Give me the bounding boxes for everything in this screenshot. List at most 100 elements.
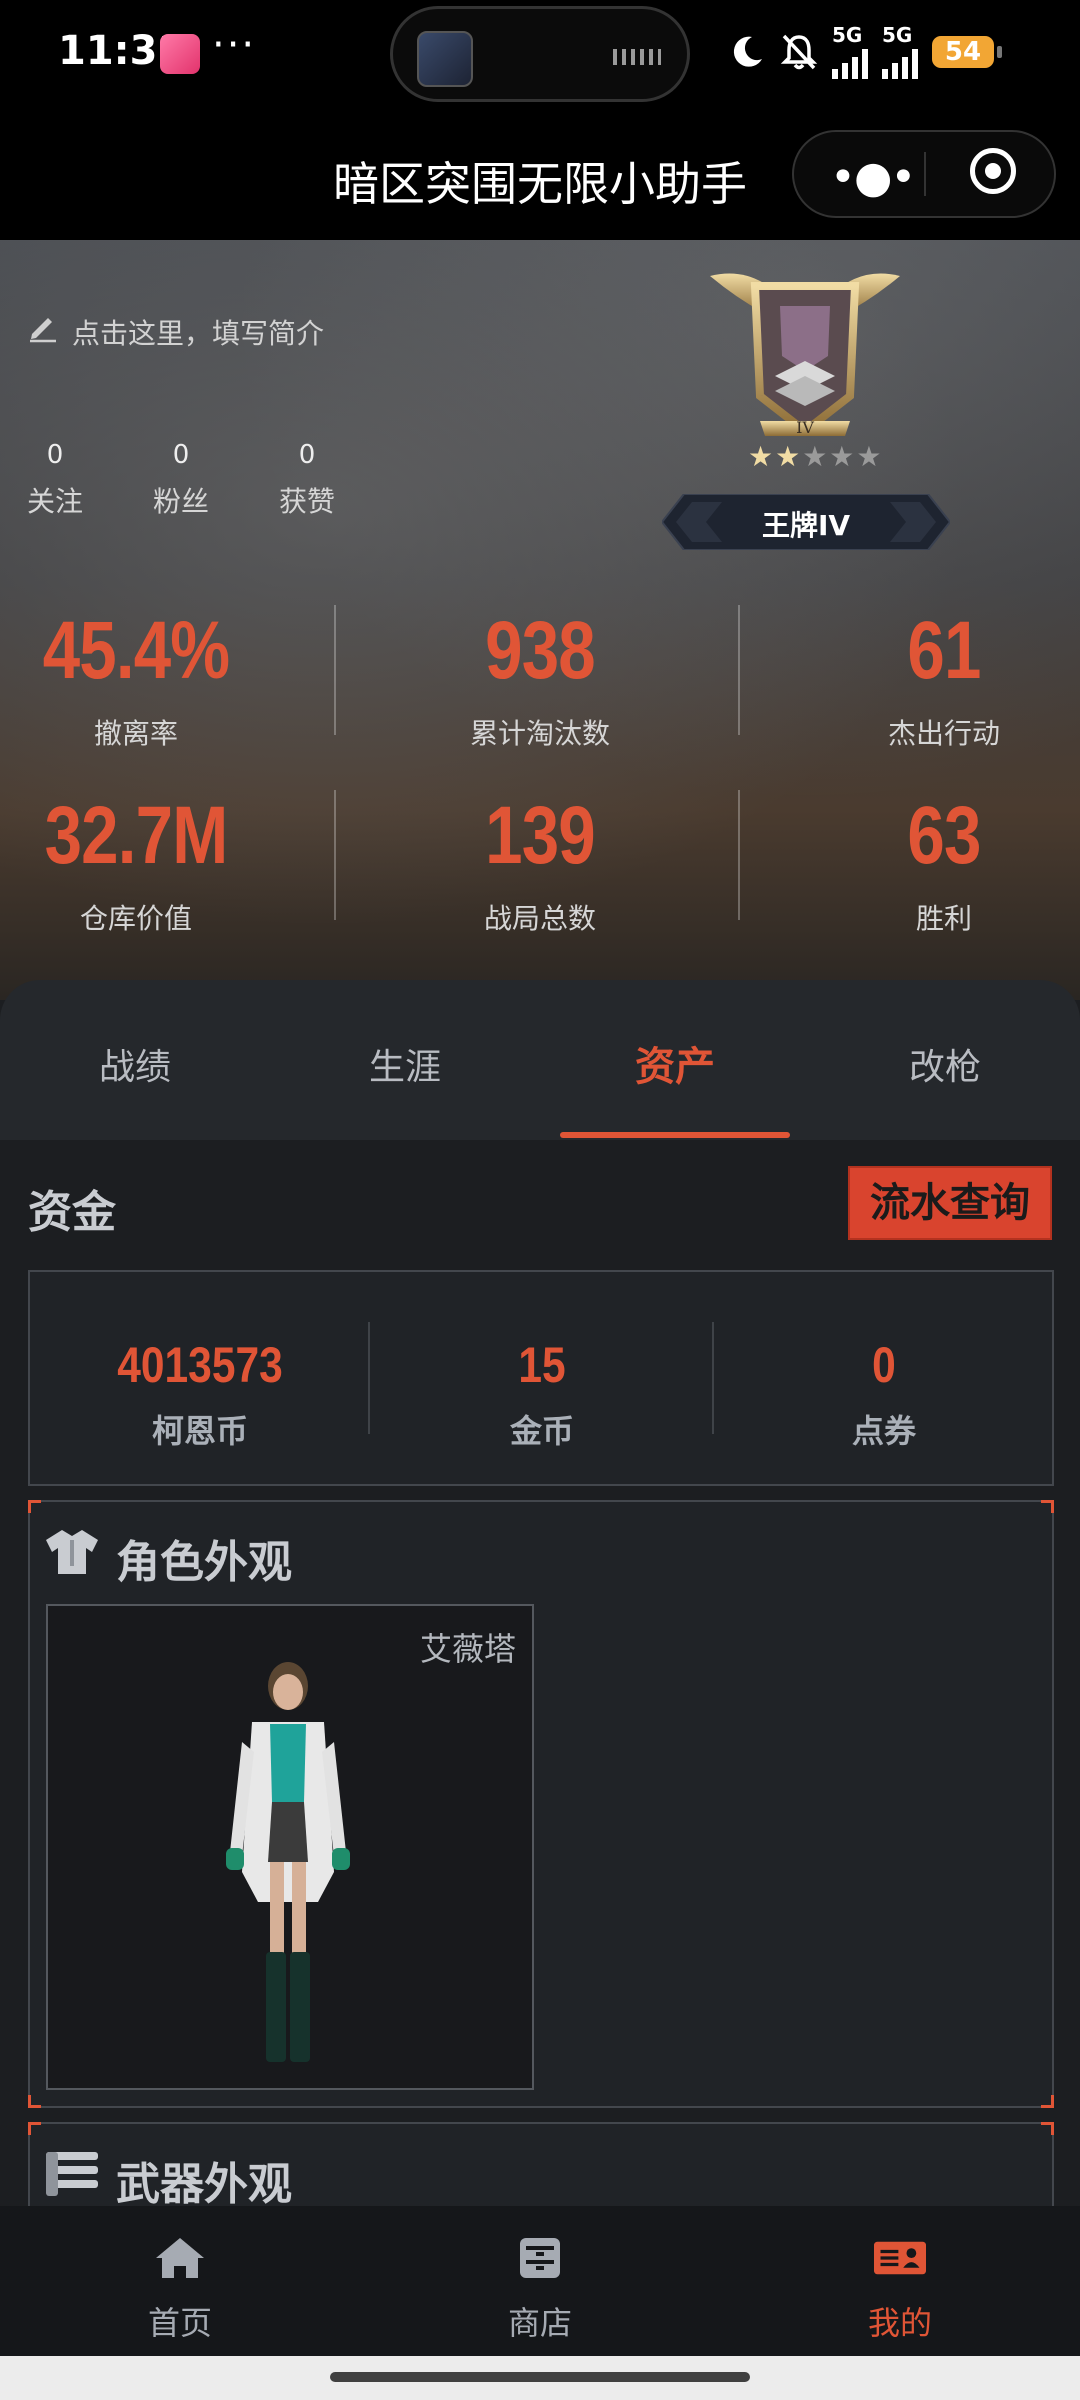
stat-total-matches: 139 战局总数 <box>390 795 690 937</box>
nav-store[interactable]: 商店 <box>440 2236 640 2344</box>
flow-query-button[interactable]: 流水查询 <box>848 1166 1052 1240</box>
signal-1-icon <box>832 45 868 79</box>
fans-stat[interactable]: 0 粉丝 <box>126 440 236 520</box>
follow-stat[interactable]: 0 关注 <box>0 440 110 520</box>
active-tab-indicator <box>560 1132 790 1138</box>
nav-label: 首页 <box>147 2304 212 2342</box>
funds-label: 点券 <box>851 1412 916 1450</box>
funds-value: 4013573 <box>117 1337 283 1393</box>
notification-app-icon <box>160 34 200 74</box>
stat-value: 32.7M <box>44 790 229 881</box>
nav-label: 商店 <box>507 2304 572 2342</box>
appearance-title: 角色外观 <box>116 1537 292 1588</box>
funds-label: 金币 <box>509 1412 574 1450</box>
likes-stat[interactable]: 0 获赞 <box>252 440 362 520</box>
miniprogram-capsule: •●• <box>792 130 1056 218</box>
fans-label: 粉丝 <box>152 485 209 518</box>
follow-count: 0 <box>46 440 64 470</box>
battery-indicator: 54 <box>932 36 1002 68</box>
nav-label: 我的 <box>867 2304 932 2342</box>
nav-mine[interactable]: 我的 <box>800 2236 1000 2344</box>
stat-label: 战局总数 <box>483 902 596 935</box>
stat-stash-value: 32.7M 仓库价值 <box>0 795 286 937</box>
more-dots-icon[interactable]: •●• <box>830 152 916 203</box>
likes-label: 获赞 <box>278 485 335 518</box>
game-app-icon <box>417 31 473 87</box>
more-notifications-icon: ··· <box>212 22 257 68</box>
panel-corner <box>1041 2122 1054 2135</box>
home-indicator[interactable] <box>330 2372 750 2382</box>
bio-placeholder[interactable]: 点击这里，填写简介 <box>72 312 324 352</box>
rank-emblem-icon: IV <box>710 273 900 437</box>
target-circle-icon[interactable] <box>970 148 1016 194</box>
bell-muted-icon <box>780 34 818 70</box>
network-type-2: 5G <box>882 23 913 47</box>
capsule-divider <box>924 152 926 196</box>
funds-value: 0 <box>872 1337 896 1393</box>
tab-record[interactable]: 战绩 <box>0 1038 270 1090</box>
panel-corner <box>28 1500 41 1513</box>
stat-value: 938 <box>485 605 596 696</box>
section-tabs: 战绩 生涯 资产 改枪 <box>0 980 1080 1140</box>
funds-gold: 15 金币 <box>372 1336 712 1452</box>
home-icon <box>156 2238 204 2278</box>
stat-value: 63 <box>907 790 981 881</box>
funds-label: 柯恩币 <box>151 1412 248 1450</box>
edit-pencil-icon <box>30 318 56 343</box>
stat-label: 撤离率 <box>93 717 178 750</box>
skin-name: 艾薇塔 <box>419 1630 516 1668</box>
funds-value: 15 <box>518 1337 566 1393</box>
dynamic-island[interactable] <box>390 6 690 102</box>
status-bar: 11:31 ··· 5G 5G 54 <box>0 0 1080 110</box>
stat-value: 139 <box>485 790 596 881</box>
stat-divider <box>334 605 336 735</box>
network-type-1: 5G <box>832 23 863 47</box>
weapon-rack-icon <box>46 2152 98 2196</box>
signal-2-icon <box>882 45 918 79</box>
stat-extract-rate: 45.4% 撤离率 <box>0 610 286 752</box>
likes-count: 0 <box>298 440 316 470</box>
stat-label: 胜利 <box>915 902 972 935</box>
store-icon <box>520 2238 560 2278</box>
app-header: 暗区突围无限小助手 •●• <box>0 110 1080 240</box>
tab-assets[interactable]: 资产 <box>540 1034 810 1092</box>
funds-coupon: 0 点券 <box>714 1336 1054 1452</box>
tab-gunsmith[interactable]: 改枪 <box>810 1038 1080 1090</box>
panel-corner <box>1041 2095 1054 2108</box>
svg-text:IV: IV <box>796 418 814 437</box>
follow-label: 关注 <box>26 485 83 518</box>
status-icons: 5G 5G 54 <box>728 22 1002 82</box>
profile-card-icon <box>874 2241 926 2275</box>
funds-koen-coin: 4013573 柯恩币 <box>30 1336 370 1452</box>
stat-value: 61 <box>907 605 981 696</box>
funds-divider <box>368 1322 370 1434</box>
stat-divider <box>738 790 740 920</box>
stat-wins: 63 胜利 <box>794 795 1080 937</box>
funds-panel: 4013573 柯恩币 15 金币 0 点券 <box>28 1270 1054 1486</box>
bottom-nav: 首页 商店 我的 <box>0 2206 1080 2356</box>
audio-wave-icon <box>613 49 661 65</box>
stat-label: 累计淘汰数 <box>469 717 610 750</box>
weapons-title: 武器外观 <box>116 2159 292 2210</box>
shirt-icon <box>46 1530 98 1574</box>
stat-divider <box>738 605 740 735</box>
stat-total-kills: 938 累计淘汰数 <box>390 610 690 752</box>
profile-hero: 点击这里，填写简介 0 关注 0 粉丝 0 获赞 IV ★★★★★ 王牌IV 4… <box>0 240 1080 1000</box>
tab-career[interactable]: 生涯 <box>270 1038 540 1090</box>
moon-icon <box>733 36 762 67</box>
stat-label: 仓库价值 <box>79 902 192 935</box>
stat-value: 45.4% <box>42 605 230 696</box>
nav-home[interactable]: 首页 <box>80 2236 280 2344</box>
rank-name: 王牌IV <box>761 509 851 542</box>
panel-corner <box>28 2095 41 2108</box>
stat-divider <box>334 790 336 920</box>
character-model-image <box>226 1662 350 2062</box>
panel-corner <box>28 2122 41 2135</box>
funds-title: 资金 <box>28 1187 116 1238</box>
stat-label: 杰出行动 <box>887 717 1000 750</box>
stat-outstanding: 61 杰出行动 <box>794 610 1080 752</box>
panel-corner <box>1041 1500 1054 1513</box>
rank-stars: ★★★★★ <box>748 440 884 473</box>
fans-count: 0 <box>172 440 190 470</box>
skin-card[interactable]: 艾薇塔 <box>46 1604 534 2090</box>
